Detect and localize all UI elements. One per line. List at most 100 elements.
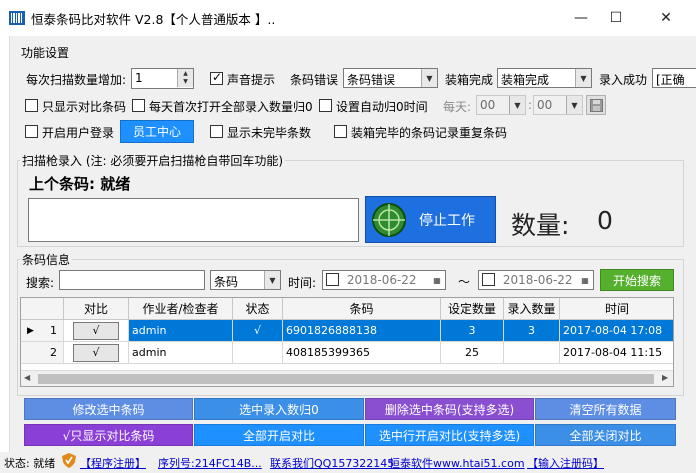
time-cell: 2017-08-04 17:08 bbox=[560, 320, 673, 342]
time-colon: : bbox=[528, 98, 533, 112]
scrollbar-thumb[interactable] bbox=[38, 374, 654, 384]
set-qty-cell: 25 bbox=[441, 342, 504, 364]
box-complete-select[interactable]: 装箱完成 ▼ bbox=[497, 68, 592, 88]
only-show-compare-checkbox[interactable] bbox=[25, 99, 38, 112]
table-corner-header bbox=[21, 298, 64, 320]
maximize-button[interactable]: ☐ bbox=[593, 0, 639, 36]
floppy-disk-icon bbox=[589, 98, 603, 112]
count-value: 0 bbox=[597, 206, 613, 235]
minute-select[interactable]: 00 ▼ bbox=[533, 95, 583, 115]
date-from-value: 2018-06-22 bbox=[346, 273, 417, 287]
save-time-button[interactable] bbox=[586, 95, 606, 115]
barcode-cell: 408185399365 bbox=[283, 342, 441, 364]
count-label: 数量: bbox=[511, 211, 570, 240]
staff-center-button[interactable]: 员工中心 bbox=[120, 120, 194, 143]
column-header[interactable]: 时间 bbox=[560, 298, 673, 320]
column-header[interactable]: 作业者/检查者 bbox=[129, 298, 233, 320]
scan-input[interactable] bbox=[28, 198, 359, 242]
column-header[interactable]: 设定数量 bbox=[441, 298, 504, 320]
app-icon bbox=[9, 11, 25, 25]
modify-selected-button[interactable]: 修改选中条码 bbox=[24, 398, 193, 420]
column-header[interactable]: 状态 bbox=[233, 298, 283, 320]
entry-success-label: 录入成功 bbox=[599, 73, 648, 87]
repeat-record-checkbox[interactable] bbox=[334, 125, 347, 138]
delete-selected-button[interactable]: 删除选中条码(支持多选) bbox=[365, 398, 534, 420]
set-qty-cell: 3 bbox=[441, 320, 504, 342]
shield-icon bbox=[62, 453, 76, 468]
scan-increment-label: 每次扫描数量增加: bbox=[26, 73, 127, 87]
compare-toggle-button[interactable]: √ bbox=[73, 321, 119, 340]
daily-reset-checkbox[interactable] bbox=[132, 99, 145, 112]
scan-increment-spinner[interactable]: 1 ▲ ▼ bbox=[131, 68, 194, 89]
register-link[interactable]: 【程序注册】 bbox=[80, 455, 146, 471]
chevron-down-icon: ▼ bbox=[509, 96, 525, 114]
chevron-down-icon: ▼ bbox=[264, 271, 280, 289]
row-header[interactable]: 2 bbox=[21, 342, 64, 364]
scan-increment-value: 1 bbox=[135, 71, 143, 85]
clear-all-button[interactable]: 清空所有数据 bbox=[535, 398, 676, 420]
website-link[interactable]: 恒泰软件www.htai51.com bbox=[389, 455, 525, 471]
entry-success-select[interactable]: [正确 bbox=[652, 68, 696, 88]
hour-select[interactable]: 00 ▼ bbox=[476, 95, 526, 115]
box-complete-value: 装箱完成 bbox=[501, 73, 550, 87]
date-to-picker[interactable]: 2018-06-22 ▦ bbox=[478, 270, 594, 290]
close-button[interactable]: ✕ bbox=[643, 0, 689, 36]
search-field-select[interactable]: 条码 ▼ bbox=[210, 270, 281, 290]
date-range-tilde: ～ bbox=[458, 275, 471, 289]
enable-selected-compare-button[interactable]: 选中行开启对比(支持多选) bbox=[365, 424, 534, 446]
horizontal-scrollbar[interactable]: ◀ ▶ bbox=[21, 370, 673, 386]
barcode-error-label: 条码错误 bbox=[290, 73, 339, 87]
current-row-arrow-icon: ▶ bbox=[27, 325, 34, 336]
compare-toggle-button[interactable]: √ bbox=[73, 343, 119, 362]
operator-cell: admin bbox=[129, 320, 233, 342]
sound-prompt-label: 声音提示 bbox=[227, 73, 276, 87]
stop-work-button[interactable]: 停止工作 bbox=[365, 196, 496, 243]
window-title: 恒泰条码比对软件 V2.8【个人普通版本 】.. bbox=[31, 12, 276, 27]
search-field-value: 条码 bbox=[214, 275, 239, 289]
scroll-left-icon[interactable]: ◀ bbox=[24, 373, 30, 382]
search-input[interactable] bbox=[59, 270, 205, 290]
compare-cell: √ bbox=[64, 342, 129, 364]
column-header[interactable]: 对比 bbox=[64, 298, 129, 320]
enable-login-checkbox[interactable] bbox=[25, 125, 38, 138]
box-complete-label: 装箱完成 bbox=[445, 73, 494, 87]
auto-reset-checkbox[interactable] bbox=[319, 99, 332, 112]
start-search-button[interactable]: 开始搜索 bbox=[600, 269, 674, 291]
stop-work-label: 停止工作 bbox=[419, 212, 475, 229]
last-code-label: 上个条码: 就绪 bbox=[29, 175, 131, 193]
serial-number[interactable]: 序列号:214FC14B... bbox=[158, 455, 262, 471]
column-header[interactable]: 条码 bbox=[283, 298, 441, 320]
barcode-table[interactable]: 对比 作业者/检查者 状态 条码 设定数量 录入数量 时间 ▶ 1 √ admi… bbox=[20, 297, 674, 387]
only-show-compare-button[interactable]: √只显示对比条码 bbox=[24, 424, 193, 446]
enable-login-label: 开启用户登录 bbox=[42, 126, 115, 140]
spinner-arrows-icon[interactable]: ▲ ▼ bbox=[177, 69, 193, 87]
contact-link[interactable]: 联系我们QQ157322145 bbox=[270, 455, 394, 471]
row-header[interactable]: ▶ 1 bbox=[21, 320, 64, 342]
time-cell: 2017-08-04 11:15 bbox=[560, 342, 673, 364]
reset-selected-qty-button[interactable]: 选中录入数归0 bbox=[194, 398, 364, 420]
date-from-picker[interactable]: 2018-06-22 ▦ bbox=[322, 270, 446, 290]
show-unfinished-checkbox[interactable] bbox=[210, 125, 223, 138]
show-unfinished-label: 显示未完毕条数 bbox=[227, 126, 312, 140]
sound-prompt-checkbox[interactable] bbox=[210, 70, 223, 85]
enter-code-link[interactable]: 【输入注册码】 bbox=[527, 455, 604, 471]
status-bar: 状态: 就绪 【程序注册】 序列号:214FC14B... 联系我们QQ1573… bbox=[0, 452, 696, 473]
status-text: 状态: 就绪 bbox=[4, 457, 56, 470]
date-from-checkbox[interactable] bbox=[326, 273, 339, 286]
disable-all-compare-button[interactable]: 全部关闭对比 bbox=[535, 424, 676, 446]
only-show-compare-label: 只显示对比条码 bbox=[42, 100, 127, 114]
barcode-error-select[interactable]: 条码错误 ▼ bbox=[343, 68, 438, 88]
calendar-icon[interactable]: ▦ bbox=[429, 271, 445, 289]
hour-value: 00 bbox=[480, 98, 496, 112]
column-header[interactable]: 录入数量 bbox=[504, 298, 560, 320]
entry-qty-cell: 3 bbox=[504, 320, 560, 342]
auto-reset-time-label: 设置自动归0时间 bbox=[336, 100, 428, 114]
enable-all-compare-button[interactable]: 全部开启对比 bbox=[194, 424, 364, 446]
date-to-value: 2018-06-22 bbox=[502, 273, 573, 287]
operator-cell: admin bbox=[129, 342, 233, 364]
search-label: 搜索: bbox=[26, 276, 55, 290]
date-to-checkbox[interactable] bbox=[482, 273, 495, 286]
calendar-icon[interactable]: ▦ bbox=[577, 271, 593, 289]
title-bar: 恒泰条码比对软件 V2.8【个人普通版本 】.. — ☐ ✕ bbox=[0, 0, 696, 36]
scroll-right-icon[interactable]: ▶ bbox=[662, 373, 668, 382]
